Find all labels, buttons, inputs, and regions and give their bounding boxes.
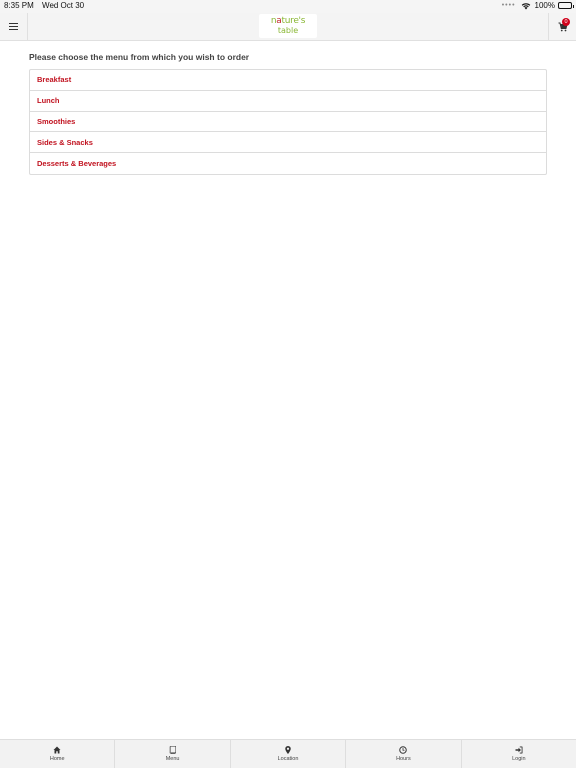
- status-left: 8:35 PM Wed Oct 30: [4, 1, 90, 10]
- menu-button[interactable]: [0, 13, 28, 40]
- bottom-tab-bar: Home Menu Location Hours Login: [0, 739, 576, 768]
- cart-count-badge: 0: [562, 18, 570, 26]
- map-pin-icon: [285, 746, 291, 754]
- status-bar: 8:35 PM Wed Oct 30 •••• 100%: [0, 0, 576, 13]
- tab-hours-label: Hours: [396, 756, 411, 762]
- tab-location[interactable]: Location: [231, 740, 347, 768]
- signal-dots-icon: ••••: [501, 2, 516, 9]
- logo-line1: nature's: [270, 16, 306, 26]
- menu-list: Breakfast Lunch Smoothies Sides & Snacks…: [29, 69, 547, 175]
- tab-menu-label: Menu: [165, 756, 180, 762]
- menu-item-breakfast[interactable]: Breakfast: [30, 70, 546, 91]
- tab-hours[interactable]: Hours: [346, 740, 462, 768]
- battery-percent: 100%: [534, 1, 555, 10]
- tab-login[interactable]: Login: [462, 740, 576, 768]
- tab-menu[interactable]: Menu: [115, 740, 231, 768]
- status-time: 8:35 PM: [4, 1, 34, 10]
- page-prompt: Please choose the menu from which you wi…: [29, 52, 250, 62]
- tab-login-label: Login: [512, 756, 526, 762]
- cart-button[interactable]: 0: [548, 13, 576, 40]
- tab-home[interactable]: Home: [0, 740, 116, 768]
- logo-line2: table: [277, 26, 299, 35]
- tab-home-label: Home: [49, 756, 65, 762]
- main-content: Please choose the menu from which you wi…: [29, 52, 547, 175]
- status-date: Wed Oct 30: [42, 1, 85, 10]
- sign-in-icon: [515, 746, 523, 754]
- battery-icon: [558, 2, 574, 9]
- wifi-icon: [521, 2, 530, 9]
- menu-item-sides-snacks[interactable]: Sides & Snacks: [30, 132, 546, 154]
- hamburger-icon: [9, 22, 18, 31]
- logo[interactable]: nature's table: [259, 14, 317, 38]
- book-icon: [169, 746, 176, 754]
- clock-icon: [399, 746, 408, 754]
- app-header: nature's table 0: [0, 13, 576, 41]
- tab-location-label: Location: [277, 756, 299, 762]
- home-icon: [53, 746, 61, 754]
- menu-item-desserts-beverages[interactable]: Desserts & Beverages: [30, 153, 546, 174]
- menu-item-lunch[interactable]: Lunch: [30, 91, 546, 112]
- menu-item-smoothies[interactable]: Smoothies: [30, 112, 546, 133]
- status-right: •••• 100%: [501, 1, 574, 10]
